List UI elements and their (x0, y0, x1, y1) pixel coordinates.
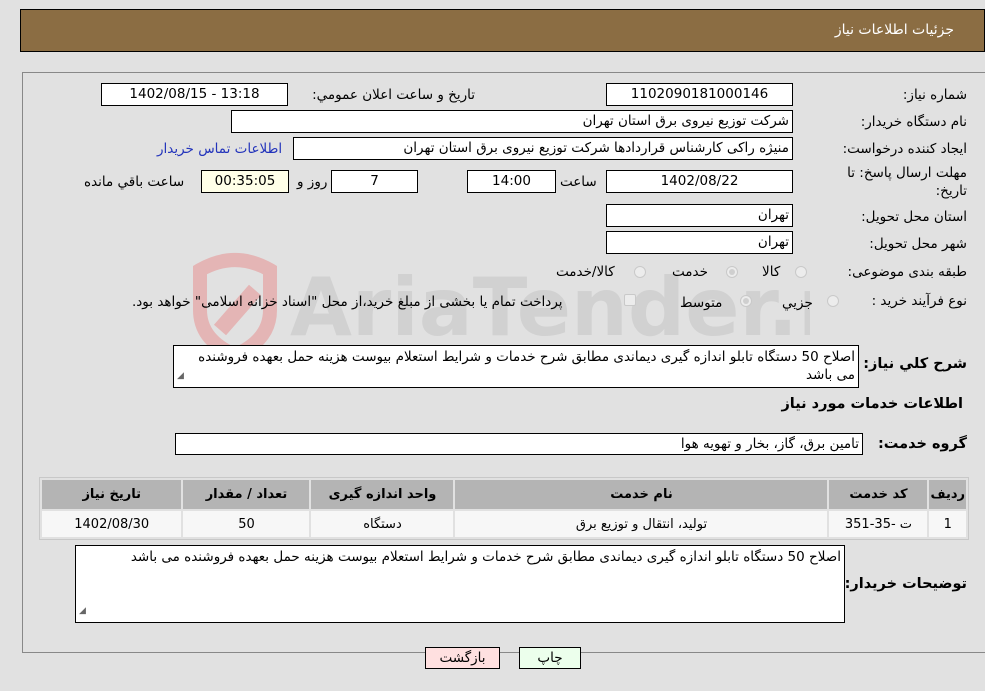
remaining-time-field: 00:35:05 (201, 170, 289, 193)
back-button[interactable]: بازگشت (425, 647, 500, 669)
page-header: جزئیات اطلاعات نیاز (20, 9, 985, 52)
process-radio-minor[interactable] (827, 295, 839, 307)
service-group-label: گروه خدمت: (877, 436, 967, 452)
remaining-label: ساعت باقي مانده (84, 174, 185, 190)
category-option-service: خدمت (672, 264, 708, 280)
cell-quantity: 50 (183, 511, 310, 537)
announce-datetime-field: 1402/08/15 - 13:18 (101, 83, 288, 106)
city-field: تهران (606, 231, 793, 254)
summary-text: اصلاح 50 دستگاه تابلو اندازه گیری دیماند… (198, 349, 855, 383)
services-table: ردیف کد خدمت نام خدمت واحد اندازه گیری ت… (39, 477, 969, 540)
process-option-medium: متوسط (680, 295, 723, 311)
city-label: شهر محل تحویل: (869, 236, 967, 252)
summary-textarea[interactable]: اصلاح 50 دستگاه تابلو اندازه گیری دیماند… (173, 345, 859, 388)
col-header-service-name: نام خدمت (455, 480, 828, 509)
table-row: 1 ت -35-351 تولید، انتقال و توزیع برق دس… (42, 511, 966, 537)
process-radio-medium[interactable] (740, 295, 752, 307)
services-heading: اطلاعات خدمات مورد نیاز (781, 396, 963, 412)
summary-label: شرح کلي نياز: (863, 356, 967, 372)
buyer-org-field: شرکت توزیع نیروی برق استان تهران (231, 110, 793, 133)
announce-label: تاریخ و ساعت اعلان عمومي: (312, 87, 475, 103)
category-option-goods: کالا (762, 264, 781, 280)
col-header-need-date: تاریخ نیاز (42, 480, 182, 509)
table-header-row: ردیف کد خدمت نام خدمت واحد اندازه گیری ت… (42, 480, 966, 509)
page-title: جزئیات اطلاعات نیاز (834, 22, 954, 38)
category-option-goods-service: کالا/خدمت (556, 264, 615, 280)
cell-unit: دستگاه (311, 511, 454, 537)
treasury-checkbox[interactable] (624, 294, 636, 306)
deadline-date-field: 1402/08/22 (606, 170, 793, 193)
category-radio-goods[interactable] (795, 266, 807, 278)
buyer-org-label: نام دستگاه خريدار: (860, 114, 967, 130)
province-field: تهران (606, 204, 793, 227)
deadline-time-label: ساعت (560, 174, 597, 190)
need-number-label: شماره نیاز: (902, 87, 967, 103)
col-header-unit: واحد اندازه گیری (311, 480, 454, 509)
service-group-field: تامین برق، گاز، بخار و تهویه هوا (175, 433, 863, 455)
cell-service-code: ت -35-351 (829, 511, 928, 537)
creator-field: منیژه راکی کارشناس قراردادها شرکت توزیع … (293, 137, 793, 160)
cell-need-date: 1402/08/30 (42, 511, 182, 537)
buyer-notes-label: توضیحات خریدار: (844, 576, 967, 592)
category-radio-service[interactable] (726, 266, 738, 278)
creator-label: ایجاد کننده درخواست: (842, 141, 967, 157)
cell-service-name: تولید، انتقال و توزیع برق (455, 511, 828, 537)
col-header-service-code: کد خدمت (829, 480, 928, 509)
deadline-label-2: تاریخ: (935, 183, 967, 199)
category-radio-goods-service[interactable] (634, 266, 646, 278)
days-field: 7 (331, 170, 418, 193)
need-number-field: 1102090181000146 (606, 83, 793, 106)
print-button[interactable]: چاپ (519, 647, 581, 669)
process-option-minor: جزيي (782, 295, 813, 311)
process-label: نوع فرآیند خرید : (871, 293, 967, 309)
col-header-row-number: ردیف (929, 480, 966, 509)
buyer-notes-textarea[interactable]: اصلاح 50 دستگاه تابلو اندازه گیری دیماند… (75, 545, 845, 623)
province-label: استان محل تحویل: (861, 209, 967, 225)
treasury-note: پرداخت تمام یا بخشی از مبلغ خرید،از محل … (132, 294, 563, 310)
resize-grip-icon[interactable]: ◢ (79, 602, 86, 620)
deadline-label: مهلت ارسال پاسخ: تا (847, 165, 967, 181)
category-label: طبقه بندی موضوعی: (847, 264, 967, 280)
buyer-notes-text: اصلاح 50 دستگاه تابلو اندازه گیری دیماند… (130, 549, 841, 565)
col-header-quantity: تعداد / مقدار (183, 480, 310, 509)
resize-grip-icon[interactable]: ◢ (177, 367, 184, 385)
buyer-contact-link[interactable]: اطلاعات تماس خریدار (157, 141, 282, 157)
days-label: روز و (297, 174, 328, 190)
deadline-time-field: 14:00 (467, 170, 556, 193)
cell-row-number: 1 (929, 511, 966, 537)
